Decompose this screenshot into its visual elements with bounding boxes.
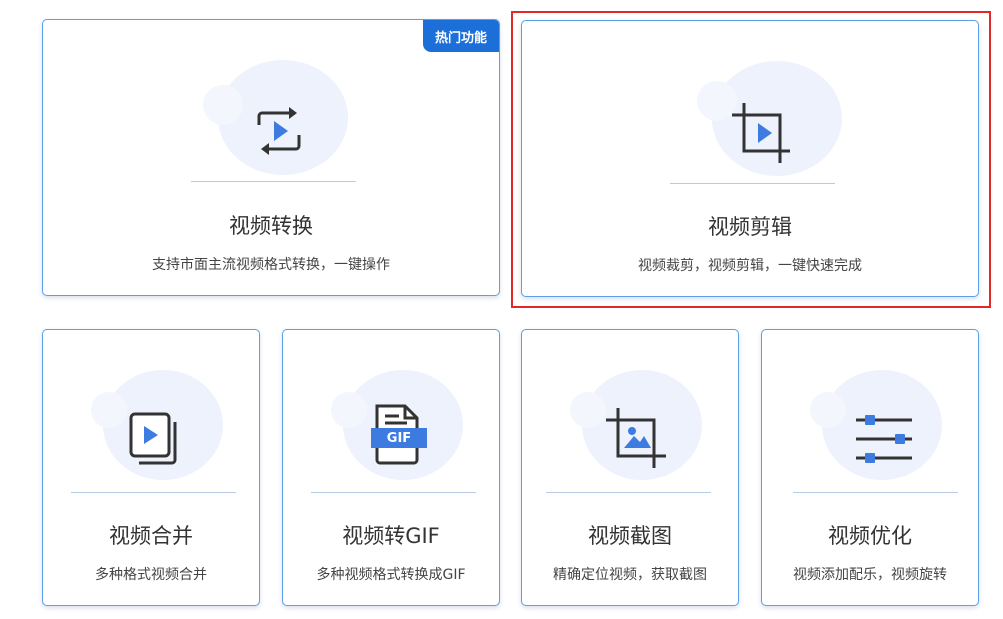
divider-line [191,181,356,182]
card-video-merge[interactable]: 视频合并 多种格式视频合并 [42,329,260,606]
card-description: 精确定位视频，获取截图 [553,567,707,583]
hot-feature-badge: 热门功能 [423,20,499,52]
decorative-blob [203,85,243,125]
card-description: 视频裁剪，视频剪辑，一键快速完成 [638,258,862,274]
card-video-convert[interactable]: 热门功能 视频转换 支持市面主流视频格式转换，一键操作 [42,19,500,296]
decorative-blob [810,392,846,428]
crop-image-icon [606,408,666,468]
decorative-blob [570,392,606,428]
card-description: 支持市面主流视频格式转换，一键操作 [152,257,390,273]
card-title: 视频优化 [828,524,912,548]
card-video-optimize[interactable]: 视频优化 视频添加配乐，视频旋转 [761,329,979,606]
card-title: 视频合并 [109,524,193,548]
card-description: 多种格式视频合并 [95,567,207,583]
divider-line [311,492,476,493]
card-title: 视频截图 [588,524,672,548]
divider-line [71,492,236,493]
crop-play-icon [732,103,790,163]
divider-line [793,492,958,493]
divider-line [546,492,711,493]
decorative-blob [331,392,367,428]
card-video-edit[interactable]: 视频剪辑 视频裁剪，视频剪辑，一键快速完成 [521,20,979,297]
decorative-blob [91,392,127,428]
card-title: 视频转GIF [342,524,440,548]
stacked-play-icon [129,412,177,465]
card-description: 多种视频格式转换成GIF [316,567,466,583]
card-title: 视频剪辑 [708,215,792,239]
card-video-to-gif[interactable]: GIF 视频转GIF 多种视频格式转换成GIF [282,329,500,606]
gif-icon-label: GIF [386,431,412,446]
card-title: 视频转换 [229,214,313,238]
card-video-screenshot[interactable]: 视频截图 精确定位视频，获取截图 [521,329,739,606]
card-description: 视频添加配乐，视频旋转 [793,567,947,583]
divider-line [670,183,835,184]
sliders-icon [856,415,912,463]
convert-play-icon [257,107,301,155]
